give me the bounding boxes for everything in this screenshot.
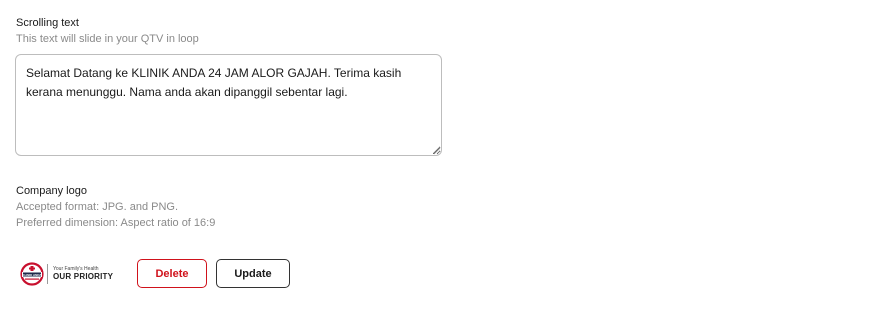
logo-format-hint: Accepted format: JPG. and PNG.	[16, 201, 179, 213]
scrolling-text-label: Scrolling text	[16, 17, 79, 29]
settings-page: Scrolling text This text will slide in y…	[0, 0, 885, 325]
update-logo-button[interactable]: Update	[216, 259, 290, 288]
logo-mark-text: KLINIK ANDA	[22, 273, 42, 277]
logo-text: Your Family's Health OUR PRIORITY	[53, 266, 113, 282]
logo-divider	[47, 264, 48, 284]
company-logo-image: KLINIK ANDA Your Family's Health OUR PRI…	[19, 262, 119, 286]
logo-tagline-big: OUR PRIORITY	[53, 272, 114, 281]
scrolling-text-input[interactable]: Selamat Datang ke KLINIK ANDA 24 JAM ALO…	[15, 54, 442, 156]
resize-grip-icon[interactable]	[433, 147, 441, 155]
company-logo-label: Company logo	[16, 185, 87, 197]
clinic-logo-mark-icon: KLINIK ANDA	[20, 262, 44, 286]
delete-logo-button[interactable]: Delete	[137, 259, 207, 288]
scrolling-text-hint: This text will slide in your QTV in loop	[16, 33, 199, 45]
logo-dimension-hint: Preferred dimension: Aspect ratio of 16:…	[16, 217, 216, 229]
